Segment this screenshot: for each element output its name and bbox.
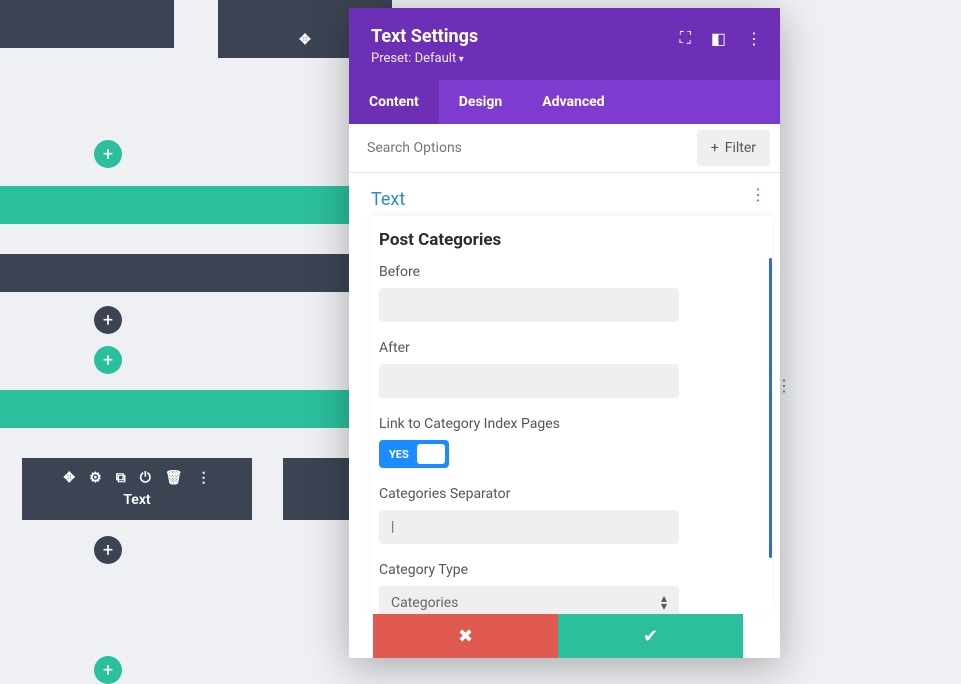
more-icon[interactable]: ⋮ (197, 470, 211, 486)
select-caret-icon: ▴▾ (661, 594, 667, 610)
panel-title: Post Categories (379, 230, 764, 250)
text-module[interactable]: ✥ ⚙ ⧉ ⏻ 🗑 ⋮ Text (22, 458, 252, 520)
after-label: After (379, 340, 764, 356)
after-input[interactable] (379, 364, 679, 398)
filter-label: Filter (725, 140, 756, 156)
add-section-button[interactable]: + (94, 346, 122, 374)
modal-footer: ✖ ✔ (373, 614, 743, 658)
more-icon[interactable]: ⋮ (746, 29, 762, 48)
separator-label: Categories Separator (379, 486, 764, 502)
check-icon: ✔ (643, 626, 658, 647)
modal-body: Text ⋮ Post Categories Before After Link… (349, 173, 780, 614)
power-icon[interactable]: ⏻ (140, 470, 151, 486)
search-row: + Filter (349, 124, 780, 173)
confirm-button[interactable]: ✔ (558, 614, 743, 658)
section-text-label[interactable]: Text (349, 187, 780, 216)
plus-icon: + (711, 140, 719, 156)
section-more-icon[interactable]: ⋮ (750, 185, 766, 204)
text-module-label: Text (123, 492, 150, 508)
move-icon[interactable]: ✥ (299, 32, 311, 48)
add-module-button[interactable]: + (94, 536, 122, 564)
move-icon[interactable]: ✥ (63, 470, 75, 486)
module-block[interactable] (0, 0, 174, 48)
link-toggle[interactable]: YES (379, 440, 449, 468)
modal-tabs: Content Design Advanced (349, 80, 780, 124)
link-label: Link to Category Index Pages (379, 416, 764, 432)
close-icon: ✖ (458, 626, 473, 647)
search-input[interactable] (349, 126, 697, 170)
toggle-knob (417, 444, 445, 464)
cancel-button[interactable]: ✖ (373, 614, 558, 658)
category-type-label: Category Type (379, 562, 764, 578)
responsive-icon[interactable]: ◧ (711, 29, 726, 48)
filter-button[interactable]: + Filter (697, 130, 770, 166)
text-settings-modal: Text Settings Preset: Default ⛶ ◧ ⋮ Cont… (349, 8, 780, 658)
modal-header: Text Settings Preset: Default ⛶ ◧ ⋮ (349, 8, 780, 80)
tab-advanced[interactable]: Advanced (522, 80, 624, 124)
scrollbar[interactable] (769, 258, 772, 558)
tab-content[interactable]: Content (349, 80, 439, 124)
separator-input[interactable] (379, 510, 679, 544)
trash-icon[interactable]: 🗑 (165, 470, 183, 486)
tab-design[interactable]: Design (439, 80, 522, 124)
add-section-button[interactable]: + (94, 140, 122, 168)
duplicate-icon[interactable]: ⧉ (116, 470, 126, 486)
add-section-button[interactable]: + (94, 656, 122, 684)
before-label: Before (379, 264, 764, 280)
gear-icon[interactable]: ⚙ (89, 470, 102, 486)
before-input[interactable] (379, 288, 679, 322)
add-module-button[interactable]: + (94, 306, 122, 334)
expand-icon[interactable]: ⛶ (680, 28, 691, 48)
post-categories-panel: Post Categories Before After Link to Cat… (371, 216, 772, 614)
panel-more-icon[interactable]: ⋮ (776, 376, 792, 395)
toggle-yes-label: YES (389, 448, 409, 461)
preset-dropdown[interactable]: Preset: Default (371, 51, 758, 66)
